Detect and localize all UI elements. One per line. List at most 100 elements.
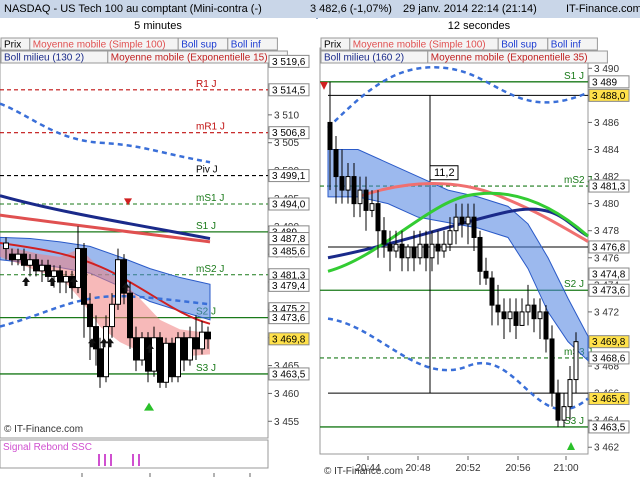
y-tick-label: 3 478	[594, 226, 619, 237]
legend-entry: Boll milieu (130 2)	[4, 53, 84, 64]
candle-body	[489, 277, 495, 306]
candle-body	[51, 270, 57, 277]
candle-body	[387, 243, 393, 252]
price-tag: 3 489	[592, 77, 617, 88]
candle-body	[345, 176, 351, 191]
candle-body	[525, 304, 531, 313]
y-tick-label: 3 484	[594, 145, 619, 156]
pivot-level-label: S1 J	[564, 71, 584, 82]
candle-body	[145, 337, 151, 372]
candle-body	[163, 342, 169, 383]
candle-body	[453, 216, 459, 232]
chart-panel-12s[interactable]: 12 secondes Prix Moyenne mobile (Simple 1…	[318, 18, 640, 480]
pivot-level-label: S2 J	[564, 279, 584, 290]
legend-entry: Prix	[4, 40, 21, 51]
candle-body	[81, 248, 87, 305]
candle-body	[205, 331, 211, 340]
pivot-level-label: Piv J	[196, 165, 218, 176]
legend-entry: Moyenne mobile (Exponentielle 15)	[111, 53, 268, 64]
pivot-level-label: mR1 J	[196, 122, 225, 133]
chart-5min-svg[interactable]: Prix Moyenne mobile (Simple 100) Boll sup B…	[0, 18, 316, 480]
candle-body	[555, 392, 561, 421]
candle-body	[175, 337, 181, 378]
candle-body	[139, 337, 145, 361]
candle-body	[435, 243, 441, 252]
candle-body	[405, 246, 411, 259]
candle-body	[333, 149, 339, 178]
candle-body	[97, 348, 103, 378]
candle-body	[537, 311, 543, 320]
legend-entry: Boll sup	[181, 40, 217, 51]
candle-body	[33, 259, 39, 272]
candle-body	[115, 259, 121, 305]
price-tag: 3 506,8	[272, 128, 306, 139]
candle-body	[441, 243, 447, 252]
candle-body	[181, 337, 187, 361]
chart-panel-5min[interactable]: 5 minutes Prix Moyenne mobile (Simple 100…	[0, 18, 316, 480]
x-tick-label: 21:00	[553, 463, 578, 474]
y-tick-label: 3 476	[594, 253, 619, 264]
candle-body	[39, 264, 45, 272]
price-tag: 3 463,5	[592, 422, 626, 433]
y-tick-label: 3 510	[274, 110, 299, 121]
pivot-level-label: S3 J	[196, 363, 216, 374]
pivot-level-label: S3 J	[564, 416, 584, 427]
y-tick-label: 3 460	[274, 389, 299, 400]
price-tag: 3 474,8	[592, 270, 626, 281]
candle-body	[363, 189, 369, 211]
x-tick-label: 20:56	[505, 463, 530, 474]
candle-body	[465, 216, 471, 225]
candle-body	[447, 230, 453, 245]
title-bar: NASDAQ - US Tech 100 au comptant (Mini-c…	[0, 0, 640, 19]
price-tag: 3 488,0	[592, 91, 626, 102]
price-tag: 3 494,0	[272, 200, 306, 211]
x-tick-label: 20:52	[455, 463, 480, 474]
legend-entry: Boll inf	[231, 40, 261, 51]
indicator-bar	[138, 454, 140, 466]
candle-body	[199, 331, 205, 350]
last-price: 3 482,6 (-1,07%)	[310, 3, 392, 15]
candle-body	[369, 203, 375, 211]
candle-body	[193, 337, 199, 350]
candle-body	[483, 270, 489, 279]
candle-body	[423, 243, 429, 259]
candle-body	[381, 230, 387, 245]
candle-body	[519, 311, 525, 326]
price-tag: 3 469,8	[592, 337, 626, 348]
pivot-level-label: mS2 J	[196, 264, 224, 275]
y-tick-label: 3 455	[274, 417, 299, 428]
price-tag: 3 476,8	[592, 242, 626, 253]
chart-12s-svg[interactable]: Prix Moyenne mobile (Simple 100) Boll sup B…	[318, 18, 640, 480]
watermark: © IT-Finance.com	[324, 466, 403, 477]
legend-entry: Boll sup	[501, 40, 537, 51]
pivot-level-label: mS2 J	[564, 175, 592, 186]
date-time: 29 janv. 2014 22:14 (21:14)	[403, 3, 537, 15]
price-tag: 3 485,6	[272, 246, 306, 257]
candle-body	[63, 275, 69, 283]
candle-body	[133, 337, 139, 361]
candle-body	[393, 243, 399, 252]
candle-body	[15, 253, 21, 261]
candle-body	[157, 337, 163, 383]
candle-body	[87, 303, 93, 328]
y-tick-label: 3 505	[274, 138, 299, 149]
candle-body	[573, 341, 579, 381]
candle-body	[561, 406, 567, 421]
candle-body	[417, 243, 423, 259]
candle-body	[375, 203, 381, 232]
instrument-name: NASDAQ - US Tech 100 au comptant (Mini-c…	[4, 3, 262, 15]
price-tag: 3 487,8	[272, 234, 306, 245]
pivot-level-label: S1 J	[196, 221, 216, 232]
candle-body	[351, 176, 357, 205]
price-tag: 3 481,3	[592, 182, 626, 193]
y-tick-label: 3 486	[594, 118, 619, 129]
candle-body	[27, 259, 33, 266]
candle-body	[399, 243, 405, 259]
indicator-bar	[104, 454, 106, 466]
y-tick-label: 3 472	[594, 307, 619, 318]
indicator-bar	[110, 454, 112, 466]
candle-body	[477, 236, 483, 272]
candle-body	[531, 304, 537, 320]
pivot-level-label: mS1 J	[196, 193, 224, 204]
candle-body	[567, 379, 573, 408]
